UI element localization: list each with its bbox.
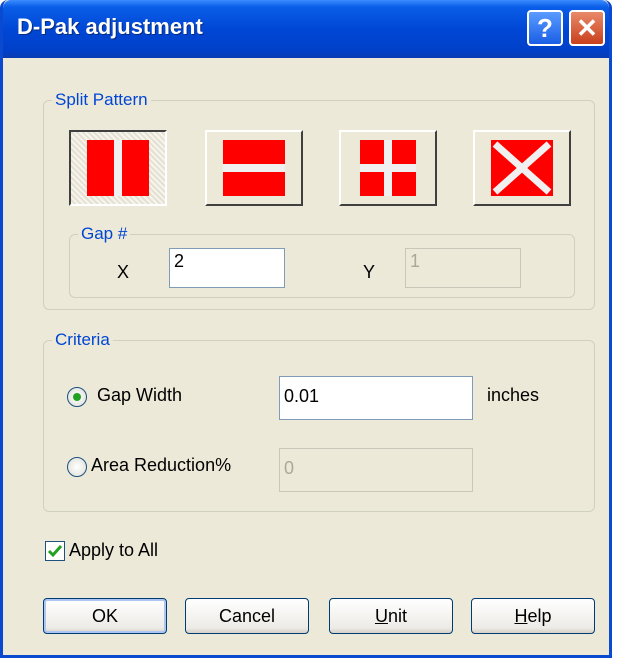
check-icon [47,545,63,558]
gap-legend: Gap # [78,224,131,244]
gap-width-input[interactable]: 0.01 [279,376,473,420]
close-button[interactable]: ✕ [569,10,605,46]
gap-y-label: Y [363,262,376,282]
horizontal-split-icon [223,140,285,196]
help-button[interactable]: Help [471,598,595,634]
help-button-label: elp [527,605,552,626]
vertical-split-icon [87,140,149,196]
close-icon: ✕ [576,12,598,43]
pattern-diagonal-split-button[interactable] [473,130,571,206]
gap-width-radio[interactable] [67,387,87,407]
area-reduction-label: Area Reduction% [91,455,232,475]
unit-button[interactable]: Unit [329,598,453,634]
unit-button-label: nit [387,605,407,626]
diagonal-cross-icon [491,140,553,196]
gap-width-label: Gap Width [97,385,183,405]
title-bar[interactable]: D-Pak adjustment ? ✕ [3,0,609,58]
quad-split-icon [360,140,416,196]
gap-width-unit: inches [487,385,540,405]
d-pak-adjustment-dialog: D-Pak adjustment ? ✕ Split Pattern Gap #… [0,0,612,658]
gap-x-input[interactable]: 2 [169,248,285,288]
gap-y-input[interactable]: 1 [405,248,521,288]
pattern-quad-split-button[interactable] [339,130,437,206]
pattern-vertical-split-button[interactable] [69,130,167,206]
help-button-mnemonic: H [514,605,528,626]
question-icon: ? [537,12,553,43]
apply-to-all-label: Apply to All [69,540,159,560]
unit-button-mnemonic: U [374,605,388,626]
split-pattern-legend: Split Pattern [52,90,151,110]
gap-x-label: X [117,262,130,282]
area-reduction-input[interactable]: 0 [279,448,473,492]
pattern-horizontal-split-button[interactable] [205,130,303,206]
apply-to-all-checkbox[interactable] [45,541,65,561]
window-title: D-Pak adjustment [17,14,203,39]
cancel-button[interactable]: Cancel [185,598,309,634]
criteria-legend: Criteria [52,330,113,350]
help-title-button[interactable]: ? [527,10,563,46]
area-reduction-radio[interactable] [67,457,87,477]
ok-button[interactable]: OK [43,598,167,634]
